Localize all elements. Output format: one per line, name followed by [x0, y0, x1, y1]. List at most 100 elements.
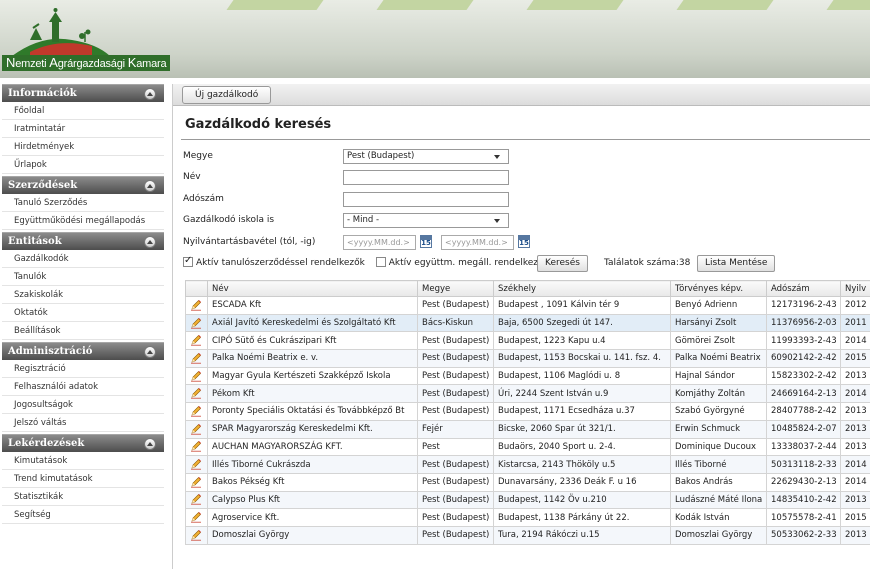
edit-pencil-icon[interactable] [190, 405, 202, 417]
table-row[interactable]: Palka Noémi Beatrix e. v. Pest (Budapest)… [185, 349, 870, 368]
table-row[interactable]: AUCHAN MAGYARORSZÁG KFT. Pest Budaörs, 204… [185, 437, 870, 457]
column-header[interactable]: Nyilv [840, 280, 870, 297]
sidebar-item[interactable]: Beállítások [2, 322, 164, 340]
sidebar-section-header[interactable]: Információk [2, 84, 164, 102]
collapse-icon[interactable] [144, 346, 156, 358]
sidebar-item[interactable]: Űrlapok [2, 156, 164, 174]
name-input[interactable] [343, 170, 509, 185]
table-row[interactable]: Pékom Kft Pest (Budapest) Úri, 2244 Szent … [185, 384, 870, 404]
active-coop-checkbox[interactable] [375, 257, 386, 267]
sidebar-section-header[interactable]: Lekérdezések [2, 434, 164, 452]
date-from-input[interactable]: <yyyy.MM.dd.> [343, 235, 416, 250]
table-row[interactable]: Domoszlai György Pest (Budapest) Tura, 219… [185, 525, 870, 545]
table-row[interactable]: Poronty Speciális Oktatási és Továbbképz… [185, 402, 870, 421]
edit-cell[interactable] [185, 349, 208, 368]
collapse-icon[interactable] [144, 88, 156, 100]
collapse-icon[interactable] [144, 180, 156, 192]
school-filter-value: - Mind - [347, 215, 380, 225]
table-cell: 50533062-2-33 [766, 525, 841, 545]
column-header[interactable]: Megye [417, 280, 494, 297]
school-filter-select[interactable]: - Mind - [343, 213, 509, 228]
table-row[interactable]: Bakos Pékség Kft Pest (Budapest) Dunavarsá… [185, 472, 870, 492]
table-cell: 60902142-2-42 [766, 349, 841, 368]
sidebar-item[interactable]: Főoldal [2, 102, 164, 120]
table-row[interactable]: Calypso Plus Kft Pest (Budapest) Budapest,… [185, 490, 870, 510]
filter-row: Aktív tanulószerződéssel rendelkezők Akt… [183, 255, 549, 273]
collapse-icon[interactable] [144, 236, 156, 248]
edit-pencil-icon[interactable] [190, 334, 202, 346]
column-header[interactable]: Székhely [493, 280, 671, 297]
sidebar-item[interactable]: Jogosultságok [2, 396, 164, 414]
sidebar-item[interactable]: Regisztráció [2, 360, 164, 378]
edit-pencil-icon[interactable] [190, 476, 202, 488]
save-list-button[interactable]: Lista Mentése [697, 255, 776, 272]
sidebar-item[interactable]: Trend kimutatások [2, 470, 164, 488]
edit-cell[interactable] [185, 437, 208, 457]
sidebar-item[interactable]: Hirdetmények [2, 138, 164, 156]
column-header[interactable] [185, 280, 208, 297]
edit-pencil-icon[interactable] [190, 317, 202, 329]
sidebar-item[interactable]: Kimutatások [2, 452, 164, 470]
edit-pencil-icon[interactable] [190, 352, 202, 364]
calendar-icon[interactable]: 15 [420, 235, 432, 248]
header-stripe [226, 0, 324, 10]
edit-cell[interactable] [185, 313, 208, 333]
active-contract-checkbox[interactable] [183, 255, 193, 267]
sidebar-section-header[interactable]: Adminisztráció [2, 342, 164, 360]
sidebar-item[interactable]: Statisztikák [2, 488, 164, 506]
edit-cell[interactable] [185, 472, 208, 492]
sidebar-item[interactable]: Szakiskolák [2, 286, 164, 304]
sidebar-item[interactable]: Jelszó váltás [2, 414, 164, 432]
edit-cell[interactable] [185, 455, 208, 474]
edit-pencil-icon[interactable] [190, 458, 202, 470]
table-row[interactable]: Magyar Gyula Kertészeti Szakképző Iskola… [185, 366, 870, 386]
calendar-icon[interactable]: 15 [518, 235, 530, 248]
sidebar-item[interactable]: Felhasználói adatok [2, 378, 164, 396]
collapse-icon[interactable] [144, 438, 156, 450]
sidebar-item[interactable]: Oktatók [2, 304, 164, 322]
edit-pencil-icon[interactable] [190, 511, 202, 523]
edit-cell[interactable] [185, 331, 208, 351]
edit-pencil-icon[interactable] [190, 299, 202, 311]
sidebar-item[interactable]: Tanulók [2, 268, 164, 286]
tax-number-input[interactable] [343, 192, 509, 207]
table-cell: Szabó Györgyné [670, 402, 767, 421]
column-header[interactable]: Adószám [766, 280, 841, 297]
edit-pencil-icon[interactable] [190, 440, 202, 452]
table-row[interactable]: SPAR Magyarország Kereskedelmi Kft. Fejér… [185, 419, 870, 439]
table-row[interactable]: CIPÓ Sütő és Cukrászipari Kft Pest (Budap… [185, 331, 870, 351]
sidebar-section-header[interactable]: Entitások [2, 232, 164, 250]
edit-pencil-icon[interactable] [190, 493, 202, 506]
edit-cell[interactable] [185, 490, 208, 510]
edit-cell[interactable] [185, 366, 208, 386]
table-row[interactable]: Agroservice Kft. Pest (Budapest) Budapest,… [185, 508, 870, 527]
sidebar-item[interactable]: Iratmintatár [2, 120, 164, 138]
sidebar-section-header[interactable]: Szerződések [2, 176, 164, 194]
edit-pencil-icon[interactable] [190, 370, 202, 382]
table-row[interactable]: Axiál Javító Kereskedelmi és Szolgáltató… [185, 313, 870, 333]
new-farmer-button[interactable]: Új gazdálkodó [182, 86, 272, 104]
column-header[interactable]: Név [207, 280, 418, 297]
sidebar-item[interactable]: Együttműködési megállapodás [2, 212, 164, 230]
county-select[interactable]: Pest (Budapest) [343, 149, 509, 164]
edit-cell[interactable] [185, 508, 208, 527]
edit-pencil-icon[interactable] [190, 423, 202, 435]
edit-pencil-icon[interactable] [190, 387, 202, 399]
edit-cell[interactable] [185, 296, 208, 315]
date-to-input[interactable]: <yyyy.MM.dd.> [441, 235, 514, 250]
search-button[interactable]: Keresés [537, 255, 588, 272]
edit-cell[interactable] [185, 402, 208, 421]
table-row[interactable]: ESCADA Kft Pest (Budapest) Budapest , 1091… [185, 296, 870, 315]
table-cell: Pest (Budapest) [417, 349, 494, 368]
column-header[interactable]: Törvényes képv. [670, 280, 767, 297]
edit-cell[interactable] [185, 525, 208, 545]
edit-cell[interactable] [185, 384, 208, 404]
sidebar-item[interactable]: Segítség [2, 506, 164, 524]
sidebar-item[interactable]: Tanuló Szerződés [2, 194, 164, 212]
edit-pencil-icon[interactable] [190, 529, 202, 541]
sidebar-item[interactable]: Gazdálkodók [2, 250, 164, 268]
edit-cell[interactable] [185, 419, 208, 439]
table-cell: Domoszlai György [670, 525, 767, 545]
table-row[interactable]: Illés Tiborné Cukrászda Pest (Budapest) Ki… [185, 455, 870, 474]
chevron-down-icon [494, 219, 500, 223]
